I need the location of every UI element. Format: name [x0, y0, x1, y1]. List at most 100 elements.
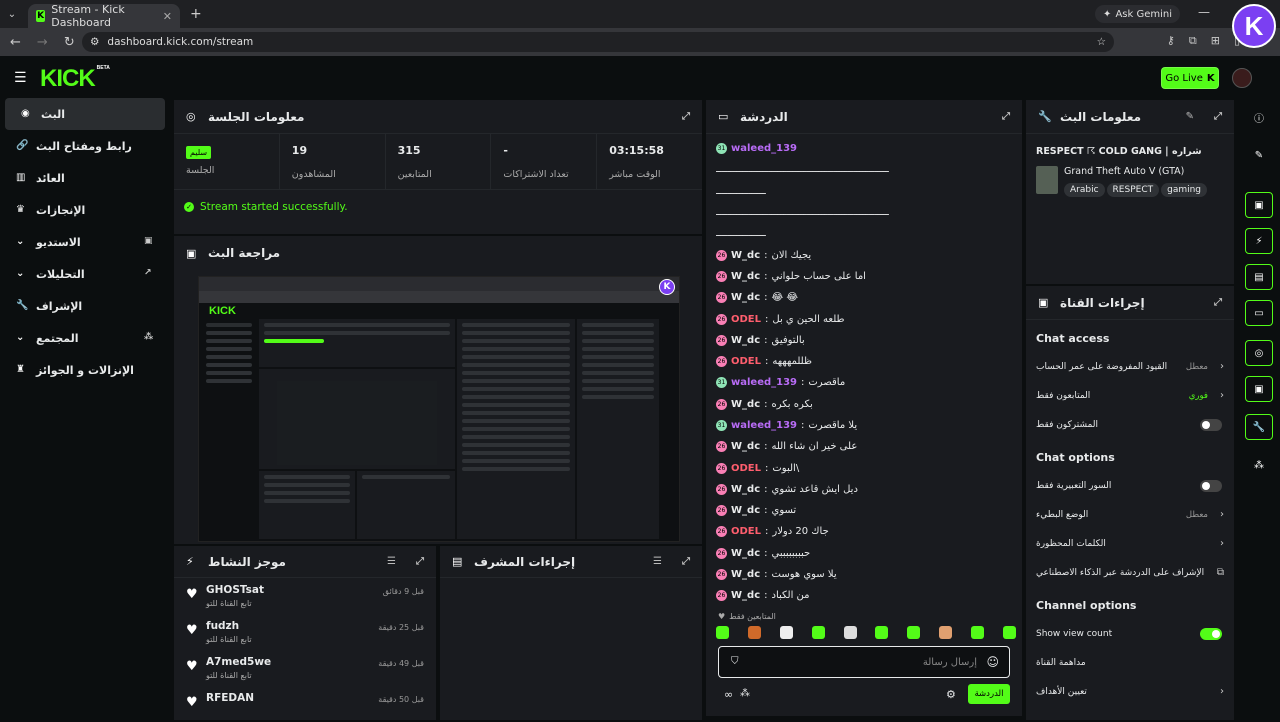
- chat-message[interactable]: 26W_dc:خش لوحة التحكم: [716, 607, 1016, 610]
- chat-message[interactable]: 26 ODEL: ظللمهههه: [716, 351, 1016, 372]
- set-goals-row[interactable]: تعيين الأهداف ›: [1026, 677, 1234, 706]
- expand-icon[interactable]: ⤢: [416, 556, 424, 567]
- chat-username[interactable]: W_dc: [731, 399, 760, 410]
- chat-username[interactable]: ODEL: [731, 314, 761, 325]
- chat-username[interactable]: waleed_139: [731, 420, 797, 431]
- emote-icon[interactable]: [747, 626, 761, 639]
- chat-message[interactable]: 31 waleed_139: ماقصرت: [716, 372, 1016, 393]
- emote-icon[interactable]: [875, 626, 889, 639]
- ask-gemini-button[interactable]: ✦ Ask Gemini: [1095, 5, 1180, 23]
- sidebar-item-moderation[interactable]: 🔧 الإشراف: [0, 290, 170, 322]
- settings-gear-icon[interactable]: ⚙: [946, 688, 956, 701]
- emote-icon[interactable]: [779, 626, 793, 639]
- chat-username[interactable]: W_dc: [731, 548, 760, 559]
- chat-username[interactable]: W_dc: [731, 505, 760, 516]
- chat-message[interactable]: 26 W_dc: يجيك الان: [716, 244, 1016, 265]
- chat-message[interactable]: ــــــــــــــــــــــــــــــــــــــــ…: [716, 159, 1016, 180]
- expand-icon[interactable]: ⤢: [1214, 297, 1222, 308]
- edit-pencil-icon[interactable]: ✎: [1186, 111, 1194, 122]
- chat-message[interactable]: 26 W_dc: حببببببببي: [716, 543, 1016, 564]
- chat-input-box[interactable]: ⛉ ☺: [718, 646, 1010, 678]
- chat-username[interactable]: waleed_139: [731, 143, 797, 154]
- emote-icon[interactable]: [716, 626, 729, 639]
- emotes-only-toggle[interactable]: [1200, 479, 1222, 492]
- chat-message[interactable]: 26 W_dc: تسوي: [716, 500, 1016, 521]
- chat-username[interactable]: waleed_139: [731, 377, 797, 388]
- tab-search-icon[interactable]: ⌄: [0, 9, 24, 20]
- sidebar-item-stream-key[interactable]: 🔗 رابط ومفتاح البث: [0, 130, 170, 162]
- go-live-button[interactable]: Go Live K: [1161, 67, 1219, 89]
- chat-message[interactable]: 26 W_dc: بكره بكره: [716, 394, 1016, 415]
- stream-preview-video[interactable]: KICK K: [198, 276, 680, 542]
- minimize-icon[interactable]: —: [1198, 5, 1210, 19]
- chat-input[interactable]: [749, 653, 977, 671]
- sidebar-item-achievements[interactable]: ♛ الإنجازات: [0, 194, 170, 226]
- chat-message[interactable]: 26 W_dc: من الكباد: [716, 585, 1016, 606]
- chat-message-list[interactable]: 31 waleed_139 ــــــــــــــــــــــــــــ…: [716, 138, 1016, 610]
- target-icon[interactable]: ◎: [1245, 340, 1273, 366]
- chat-username[interactable]: ODEL: [731, 526, 761, 537]
- chat-username[interactable]: W_dc: [731, 569, 760, 580]
- reload-icon[interactable]: ↻: [64, 35, 75, 50]
- new-tab-icon[interactable]: +: [190, 6, 202, 22]
- community-icon[interactable]: ⁂: [1245, 452, 1273, 478]
- chat-username[interactable]: W_dc: [731, 590, 760, 601]
- emoji-icon[interactable]: ☺: [986, 655, 999, 669]
- user-avatar[interactable]: [1232, 68, 1252, 88]
- sidebar-item-drops[interactable]: ♜ الإنزالات و الجوائز: [0, 354, 170, 386]
- subscribers-only-toggle[interactable]: [1200, 418, 1222, 431]
- chat-message[interactable]: ـــــــــــــــــ: [716, 181, 1016, 202]
- activity-user[interactable]: RFEDAN: [206, 692, 254, 704]
- emote-icon[interactable]: [1002, 626, 1016, 639]
- emote-icon[interactable]: [971, 626, 984, 639]
- lightning-icon[interactable]: ⚡: [1245, 228, 1273, 254]
- password-key-icon[interactable]: ⚷: [1167, 34, 1175, 48]
- slow-mode-row[interactable]: الوضع البطيء معطل ›: [1026, 500, 1234, 529]
- chat-message[interactable]: ــــــــــــــــــــــــــــــــــــــــ…: [716, 202, 1016, 223]
- account-age-row[interactable]: القيود المفروضة على عمر الحساب معطل ›: [1026, 352, 1234, 381]
- filter-icon[interactable]: ☰: [653, 556, 662, 567]
- channel-icon[interactable]: ▣: [1245, 376, 1273, 402]
- grid-icon[interactable]: ⊞: [1211, 34, 1220, 48]
- chat-username[interactable]: ODEL: [731, 356, 761, 367]
- chat-username[interactable]: W_dc: [731, 484, 760, 495]
- chat-message[interactable]: 26 W_dc: 😂 😂: [716, 287, 1016, 308]
- activity-user[interactable]: GHOSTsat: [206, 584, 264, 596]
- emote-icon[interactable]: [843, 626, 857, 639]
- chat-message[interactable]: 26 W_dc: يلا سوي هوست: [716, 564, 1016, 585]
- chat-message[interactable]: ـــــــــــــــــ: [716, 223, 1016, 244]
- chat-message[interactable]: 26 W_dc: ديل ايش قاعد تشوي: [716, 479, 1016, 500]
- edit-pencil-icon[interactable]: ✎: [1245, 142, 1273, 168]
- community-icon[interactable]: ⁂: [740, 688, 750, 699]
- ai-moderation-row[interactable]: الإشراف على الدردشة عبر الذكاء الاصطناعي…: [1026, 558, 1234, 587]
- send-chat-button[interactable]: الدردشة: [968, 684, 1010, 704]
- close-tab-icon[interactable]: ✕: [163, 10, 172, 23]
- menu-icon[interactable]: ☰: [14, 70, 27, 86]
- shield-icon[interactable]: ⛉: [731, 656, 739, 667]
- chat-message[interactable]: 26 ODEL: جاك 20 دولار: [716, 521, 1016, 542]
- expand-icon[interactable]: ⤢: [682, 111, 690, 122]
- emote-icon[interactable]: [939, 626, 953, 639]
- show-view-count-toggle[interactable]: [1200, 627, 1222, 640]
- chat-message[interactable]: 26 W_dc: على خير ان شاء الله: [716, 436, 1016, 457]
- chat-username[interactable]: W_dc: [731, 250, 760, 261]
- chat-message[interactable]: 26 W_dc: بالتوفيق: [716, 330, 1016, 351]
- followers-only-row[interactable]: المتابعون فقط فوري ›: [1026, 381, 1234, 410]
- raid-channel-row[interactable]: مداهمة القناة: [1026, 648, 1234, 677]
- chat-message[interactable]: 26 W_dc: اما على حساب حلواني: [716, 266, 1016, 287]
- browser-tab[interactable]: K Stream - Kick Dashboard ✕: [28, 3, 180, 29]
- chat-username[interactable]: W_dc: [731, 271, 760, 282]
- expand-icon[interactable]: ⤢: [682, 556, 690, 567]
- activity-user[interactable]: fudzh: [206, 620, 239, 632]
- bookmark-star-icon[interactable]: ☆: [1097, 36, 1106, 48]
- emote-icon[interactable]: [811, 626, 825, 639]
- infinity-icon[interactable]: ∞: [724, 688, 733, 701]
- banned-words-row[interactable]: الكلمات المحظورة ›: [1026, 529, 1234, 558]
- chat-icon[interactable]: ▭: [1245, 300, 1273, 326]
- expand-icon[interactable]: ⤢: [1002, 111, 1010, 122]
- chat-message[interactable]: 31 waleed_139: [716, 138, 1016, 159]
- chat-username[interactable]: W_dc: [731, 441, 760, 452]
- expand-icon[interactable]: ⤢: [1214, 111, 1222, 122]
- chat-message[interactable]: 31 waleed_139: يلا ماقصرت: [716, 415, 1016, 436]
- address-bar[interactable]: ⚙ dashboard.kick.com/stream ☆: [82, 32, 1114, 52]
